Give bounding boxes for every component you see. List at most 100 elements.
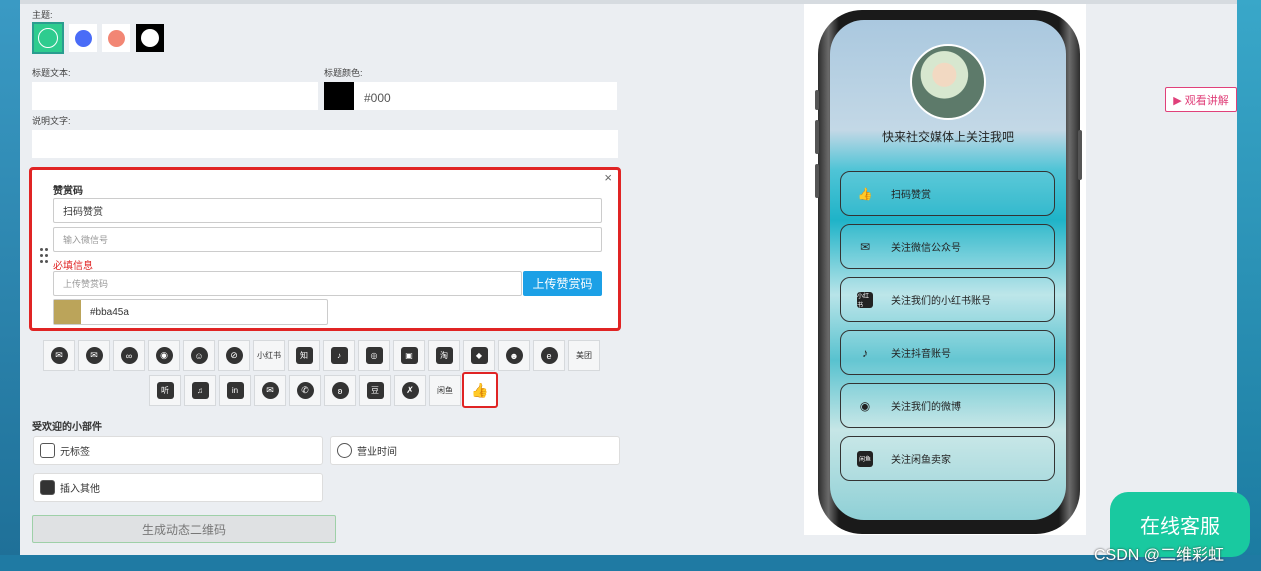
- social-button-butterfly[interactable]: ʚ: [324, 375, 356, 406]
- meituan-icon: 美团: [576, 351, 592, 360]
- linkedin-icon: in: [226, 382, 244, 399]
- drag-handle-icon[interactable]: [40, 248, 50, 264]
- widget-meta-tag[interactable]: 元标签: [33, 436, 323, 465]
- social-button-zhihu[interactable]: 知: [288, 340, 320, 371]
- widgets-section-title: 受欢迎的小部件: [32, 422, 102, 433]
- douban-icon: 豆: [366, 382, 384, 399]
- background-bottom: [0, 555, 1261, 571]
- preview-button-xianyu[interactable]: 闲鱼 关注闲鱼卖家: [840, 436, 1055, 481]
- theme-green-swatch[interactable]: [32, 22, 64, 54]
- social-button-kuaishou[interactable]: ◎: [358, 340, 390, 371]
- button-color-field[interactable]: #bba45a: [53, 299, 328, 325]
- qq-icon: ☺: [190, 347, 208, 364]
- social-button-xiaohongshu[interactable]: 小红书: [253, 340, 285, 371]
- theme-coral-swatch[interactable]: [102, 24, 130, 52]
- phone-side-button: [815, 164, 819, 198]
- phone-side-button: [1078, 130, 1082, 180]
- theme-blue-swatch[interactable]: [69, 24, 97, 52]
- ele-icon: e: [540, 347, 558, 364]
- phone-side-button: [815, 90, 819, 110]
- social-button-thumbs-up[interactable]: 👍: [462, 372, 498, 408]
- preview-button-thumbs-up[interactable]: 👍 扫码赞赏: [840, 171, 1055, 216]
- social-button-link[interactable]: ⊘: [218, 340, 250, 371]
- xianyu-icon: 闲鱼: [857, 450, 873, 467]
- social-button-pinduoduo[interactable]: ◆: [463, 340, 495, 371]
- social-button-douban[interactable]: 豆: [359, 375, 391, 406]
- background-right: [1237, 0, 1261, 571]
- thumbs-up-icon: 👍: [857, 186, 873, 201]
- preview-button-label: 扫码赞赏: [891, 190, 931, 201]
- social-button-ting[interactable]: 听: [149, 375, 181, 406]
- close-icon[interactable]: ×: [604, 170, 612, 185]
- preview-button-wechat[interactable]: ✉ 关注微信公众号: [840, 224, 1055, 269]
- generate-qr-button[interactable]: 生成动态二维码: [32, 515, 336, 543]
- circle-icon: [74, 29, 92, 47]
- reward-title-value: 扫码赞赏: [63, 207, 103, 218]
- social-button-weibo[interactable]: ◉: [148, 340, 180, 371]
- social-button-link-circle[interactable]: ∞: [113, 340, 145, 371]
- social-button-wechat-official[interactable]: ✉: [78, 340, 110, 371]
- butterfly-icon: ʚ: [331, 382, 349, 399]
- theme-black-swatch[interactable]: [136, 24, 164, 52]
- miniapp-icon: ☻: [505, 347, 523, 364]
- phone-screen: 快来社交媒体上关注我吧 👍 扫码赞赏 ✉ 关注微信公众号 小红书 关注我们的小红书账号 ♪ 关…: [830, 20, 1066, 520]
- preview-button-label: 关注微信公众号: [891, 243, 961, 254]
- keep-icon: ✗: [401, 382, 419, 399]
- social-button-linkedin[interactable]: in: [219, 375, 251, 406]
- title-color-label: 标题颜色:: [324, 68, 363, 78]
- description-input[interactable]: [32, 130, 618, 158]
- preview-button-weibo[interactable]: ◉ 关注我们的微博: [840, 383, 1055, 428]
- social-button-wechat[interactable]: ✉: [43, 340, 75, 371]
- social-button-miniapp[interactable]: ☻: [498, 340, 530, 371]
- weibo-icon: ◉: [859, 398, 871, 413]
- social-button-spotify[interactable]: ♫: [184, 375, 216, 406]
- title-color-swatch[interactable]: [324, 82, 354, 110]
- social-button-bilibili[interactable]: ▣: [393, 340, 425, 371]
- watch-tutorial-button[interactable]: ▶ 观看讲解: [1165, 87, 1237, 112]
- social-button-phone[interactable]: ✆: [289, 375, 321, 406]
- social-button-xianyu[interactable]: 闲鱼: [429, 375, 461, 406]
- widget-business-hours[interactable]: 营业时间: [330, 436, 620, 465]
- widget-insert-other[interactable]: 插入其他: [33, 473, 323, 502]
- zhihu-icon: 知: [295, 347, 313, 364]
- required-hint: 必填信息: [53, 261, 93, 272]
- wechat-id-placeholder: 输入微信号: [63, 235, 109, 245]
- wechat-id-input[interactable]: 输入微信号: [53, 227, 602, 252]
- preview-button-label: 关注我们的小红书账号: [891, 296, 991, 307]
- wechat-icon: ✉: [859, 239, 871, 254]
- link-icon: ⊘: [225, 347, 243, 364]
- csdn-watermark: CSDN @二维彩虹: [1094, 547, 1225, 564]
- social-button-keep[interactable]: ✗: [394, 375, 426, 406]
- wechat-icon: ✉: [50, 347, 68, 364]
- social-button-email[interactable]: ✉: [254, 375, 286, 406]
- title-color-value: #000: [364, 91, 391, 105]
- preview-headline: 快来社交媒体上关注我吧: [881, 130, 1014, 144]
- upload-code-input[interactable]: 上传赞赏码: [53, 271, 522, 296]
- social-button-ele[interactable]: e: [533, 340, 565, 371]
- preview-button-douyin[interactable]: ♪ 关注抖音账号: [840, 330, 1055, 375]
- reward-card-heading: 赞赏码: [53, 186, 83, 197]
- avatar: [910, 44, 986, 120]
- upload-code-placeholder: 上传赞赏码: [63, 279, 109, 289]
- social-button-meituan[interactable]: 美团: [568, 340, 600, 371]
- phone-side-button: [815, 120, 819, 154]
- xiaohongshu-icon: 小红书: [857, 291, 873, 309]
- bilibili-icon: ▣: [400, 347, 418, 364]
- ting-icon: 听: [156, 382, 174, 399]
- reward-title-input[interactable]: 扫码赞赏: [53, 198, 602, 223]
- social-button-taobao[interactable]: 淘: [428, 340, 460, 371]
- pinduoduo-icon: ◆: [470, 347, 488, 364]
- phone-icon: ✆: [296, 382, 314, 399]
- social-button-qq[interactable]: ☺: [183, 340, 215, 371]
- button-color-value: #bba45a: [90, 306, 129, 318]
- douyin-icon: ♪: [862, 345, 868, 360]
- widget-insert-other-label: 插入其他: [60, 484, 100, 495]
- button-color-swatch[interactable]: [54, 300, 81, 324]
- social-button-douyin[interactable]: ♪: [323, 340, 355, 371]
- preview-button-label: 关注闲鱼卖家: [891, 455, 951, 466]
- preview-button-xiaohongshu[interactable]: 小红书 关注我们的小红书账号: [840, 277, 1055, 322]
- title-text-input[interactable]: [32, 82, 318, 110]
- link-circle-icon: ∞: [120, 347, 138, 364]
- upload-code-button[interactable]: 上传赞赏码: [523, 271, 602, 296]
- email-icon: ✉: [261, 382, 279, 399]
